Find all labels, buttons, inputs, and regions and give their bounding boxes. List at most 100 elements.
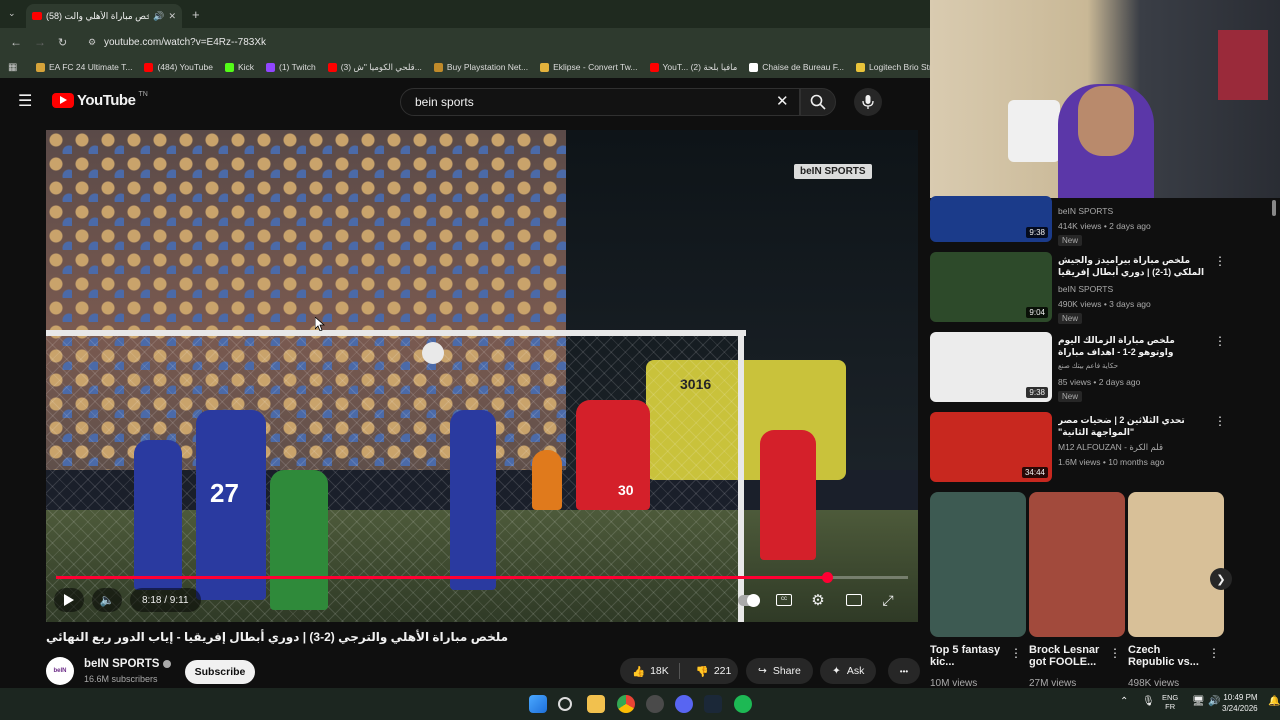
reload-icon[interactable]: ↻ [58,36,67,49]
url-field[interactable]: youtube.com/watch?v=E4Rz--783Xk [104,37,266,48]
close-tab-icon[interactable]: ✕ [168,11,176,22]
webcam-poster [1218,30,1268,100]
file-explorer-icon[interactable] [587,695,605,713]
bookmark-label: (1) Twitch [279,62,316,72]
short-thumbnail[interactable] [930,492,1026,637]
recommendation-item[interactable]: 9:04 ملخص مباراة بيراميدز والجيش الملكي … [930,252,1280,328]
short-title[interactable]: Top 5 fantasy kic... [930,644,1006,668]
youtube-logo[interactable]: YouTube TN [52,91,148,109]
bookmark-label: Logitech Brio Strea... [869,62,930,72]
video-meta: 414K views • 2 days ago [1058,221,1151,231]
discord-icon[interactable] [675,695,693,713]
bookmark-label: Kick [237,62,254,72]
bookmark-item[interactable]: (1) Twitch [266,62,316,72]
short-title[interactable]: Czech Republic vs... [1128,644,1204,668]
bookmark-item[interactable]: Buy Playstation Net... [433,62,529,72]
tab-list-icon[interactable]: ⌄ [8,8,16,19]
bookmark-label: Buy Playstation Net... [446,62,529,72]
sparkle-icon: ✦ [832,665,841,677]
settings-button[interactable]: ⚙ [806,588,830,612]
video-title: تحدي الثلاثين 2 | ضحيات مصر "المواجهة ال… [1058,415,1185,437]
browser-tab-active[interactable]: (58) ملخص مباراة الأهلي والت... 🔊 ✕ [26,4,182,28]
player-blue [134,440,182,590]
channel-avatar[interactable]: beIN [46,657,74,685]
shorts-next-button[interactable]: ❯ [1210,568,1232,590]
bookmark-item[interactable]: YouT... مافيا بلحة (2) [649,62,737,73]
voice-search-button[interactable] [854,88,882,116]
more-actions-button[interactable]: ••• [888,658,920,684]
more-vert-icon[interactable]: ⋮ [1214,334,1226,348]
chrome-icon[interactable] [617,695,635,713]
more-vert-icon[interactable]: ⋮ [1010,646,1022,660]
dislike-button[interactable]: 👎 221 [686,665,742,678]
share-button[interactable]: ↪ Share [746,658,813,684]
time-display: 8:18 / 9:11 [130,588,201,612]
player-red [576,400,650,510]
bookmark-item[interactable]: Kick [224,62,254,72]
subtitles-button[interactable]: cc [772,588,796,612]
back-icon[interactable]: ← [10,35,22,49]
bookmark-item[interactable]: (3) قلحي الكوميا "ش... [327,62,422,73]
short-thumbnail[interactable] [1029,492,1125,637]
recommendation-item[interactable]: 34:44 تحدي الثلاثين 2 | ضحيات مصر "الموا… [930,412,1280,488]
ask-label: Ask [846,665,865,677]
duration-badge: 9:04 [1026,307,1048,318]
language-indicator[interactable]: ENG FR [1162,693,1178,711]
search-input[interactable]: bein sports [400,88,800,116]
fullscreen-button[interactable]: ⤢ [876,588,900,612]
windows-start-icon[interactable] [529,695,547,713]
new-tab-icon[interactable]: + [192,7,200,22]
more-vert-icon[interactable]: ⋮ [1214,414,1226,428]
bookmark-item[interactable]: Logitech Brio Strea... [856,62,930,72]
bein-sports-watermark: beIN SPORTS [794,164,872,179]
browser-app-icon[interactable] [646,695,664,713]
sidebar-scrollbar[interactable] [1272,200,1276,216]
hamburger-menu-icon[interactable]: ☰ [18,91,32,111]
more-vert-icon[interactable]: ⋮ [1109,646,1121,660]
bookmark-item[interactable]: (484) YouTube [144,62,213,72]
search-icon[interactable] [558,697,572,711]
volume-button[interactable]: 🔈 [92,588,122,612]
notification-icon[interactable]: 🔔 [1268,696,1280,707]
apps-icon[interactable]: ▦ [8,62,17,73]
progress-bar[interactable] [56,572,908,583]
ask-button[interactable]: ✦ Ask [820,658,877,684]
search-button[interactable] [800,88,836,116]
more-icon: ••• [899,666,909,676]
scrubber-handle[interactable] [822,572,834,583]
volume-tray-icon[interactable]: 🔊 [1208,696,1220,707]
speaker-icon[interactable]: 🔊 [153,11,164,22]
short-thumbnail[interactable] [1128,492,1224,637]
spotify-icon[interactable] [734,695,752,713]
clear-search-icon[interactable]: ✕ [776,92,789,110]
subscriber-count: 16.6M subscribers [84,674,158,684]
more-vert-icon[interactable]: ⋮ [1214,254,1226,268]
verified-icon [162,659,171,668]
tray-chevron-icon[interactable]: ⌃ [1120,696,1128,707]
system-clock[interactable]: 10:49 PM 3/24/2026 [1222,692,1258,714]
channel-name[interactable]: beIN SPORTS [84,658,171,670]
windows-taskbar [0,688,1280,720]
like-button[interactable]: 👍 18K [620,663,680,679]
network-icon[interactable]: 🖥 [1192,696,1205,707]
forward-icon[interactable]: → [34,35,46,49]
miniplayer-button[interactable] [842,588,866,612]
bookmark-item[interactable]: EA FC 24 Ultimate T... [36,62,132,72]
youtube-favicon-icon [32,12,42,20]
recommendation-item[interactable]: 9:38 ملخص مباراة الزمالك اليوم واوتوهو 2… [930,332,1280,408]
football [422,342,444,364]
video-meta: 1.6M views • 10 months ago [1058,457,1165,467]
steam-icon[interactable] [704,695,722,713]
play-button[interactable] [54,588,84,612]
bookmark-item[interactable]: Chaise de Bureau F... [749,62,844,72]
bookmark-item[interactable]: Eklipse - Convert Tw... [540,62,638,72]
video-player[interactable]: 3016 27 30 beIN SPORTS 🔈 8:18 / 9:11 cc … [46,130,918,622]
bookmark-favicon-icon [144,62,154,72]
microphone-tray-icon[interactable]: 🎙 [1142,696,1155,707]
short-title[interactable]: Brock Lesnar got FOOLE... [1029,644,1105,668]
webcam-head [1078,86,1134,156]
more-vert-icon[interactable]: ⋮ [1208,646,1220,660]
site-info-icon[interactable]: ⚙ [88,37,96,48]
autoplay-toggle[interactable] [736,588,762,612]
subscribe-button[interactable]: Subscribe [185,660,255,684]
